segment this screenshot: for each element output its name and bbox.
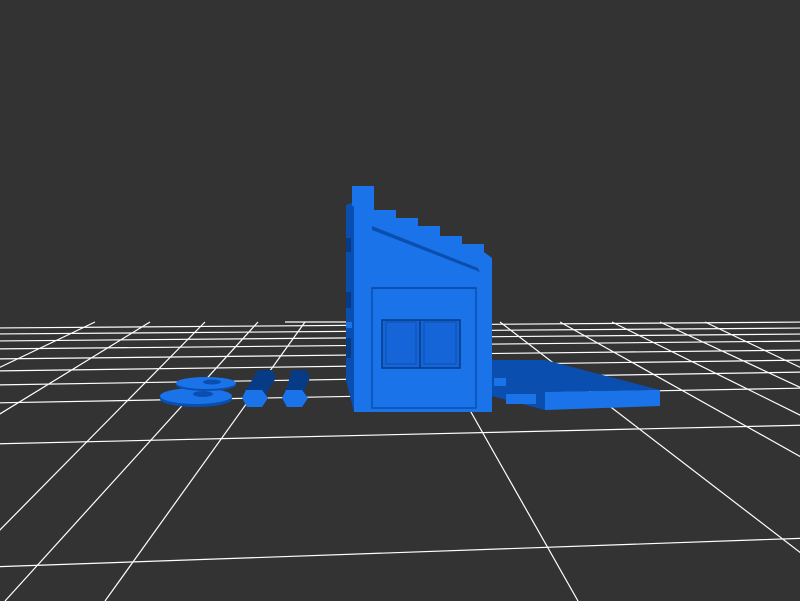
grid-line <box>704 321 800 368</box>
3d-viewport[interactable] <box>0 0 800 601</box>
washer-part[interactable] <box>176 377 236 391</box>
hex-peg-part[interactable] <box>242 370 276 407</box>
grid-line <box>0 537 800 568</box>
grid-line <box>0 321 206 531</box>
grid-line <box>499 321 800 554</box>
wedge-ramp-part[interactable] <box>492 360 660 410</box>
washer-part[interactable] <box>160 388 232 407</box>
grid-line <box>0 424 800 445</box>
hex-peg-part[interactable] <box>282 370 310 407</box>
window <box>381 319 461 369</box>
scene-canvas[interactable] <box>0 0 800 601</box>
wall-panel-part[interactable] <box>346 186 492 412</box>
